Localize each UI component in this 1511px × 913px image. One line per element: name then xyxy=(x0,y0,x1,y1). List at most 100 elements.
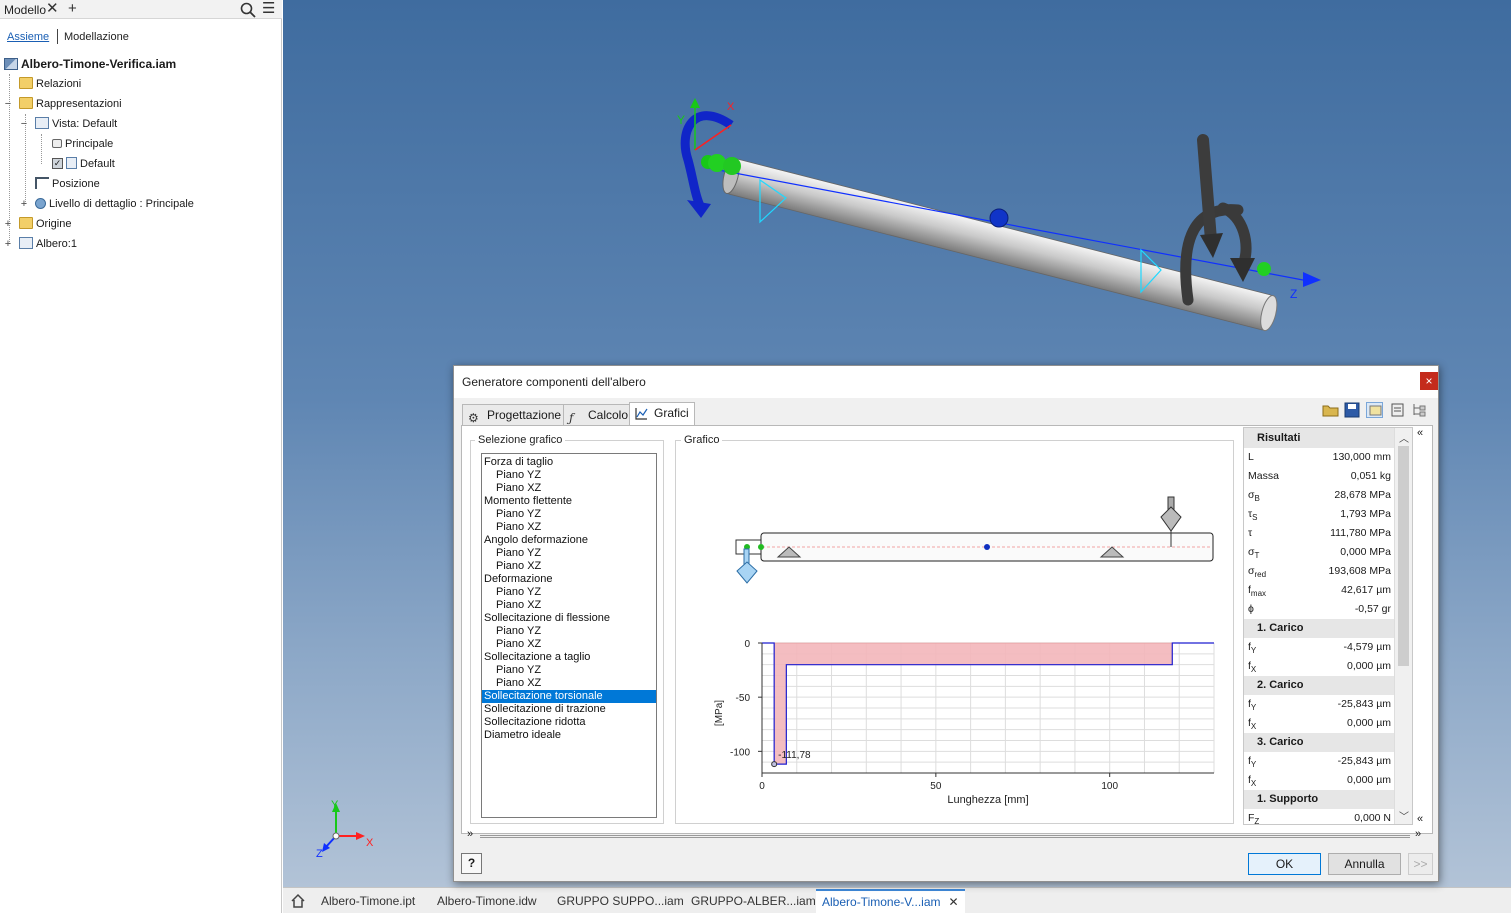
tree-view-icon[interactable] xyxy=(1411,402,1428,418)
checkbox-icon[interactable]: ✓ xyxy=(52,157,63,169)
dialog-expand-bar[interactable]: » » xyxy=(464,828,1429,844)
tree-item-vista[interactable]: Vista: Default xyxy=(35,114,117,134)
graph-list-item[interactable]: Piano YZ xyxy=(482,547,656,560)
tab-calcolo[interactable]: ƒ Calcolo xyxy=(563,404,635,425)
graph-selection-list[interactable]: Forza di taglio Piano YZ Piano XZ Momento f… xyxy=(481,453,657,818)
ok-button[interactable]: OK xyxy=(1248,853,1321,875)
graph-list-item[interactable]: Piano XZ xyxy=(482,599,656,612)
graph-list-item[interactable]: Sollecitazione a taglio xyxy=(482,651,656,664)
tree-item-relazioni[interactable]: Relazioni xyxy=(19,74,81,94)
result-value: 0,000 N xyxy=(1354,812,1391,824)
graph-list-item[interactable]: Piano XZ xyxy=(482,521,656,534)
results-row: σB 28,678 MPa xyxy=(1244,486,1394,505)
chevron-down-icon[interactable]: » xyxy=(467,828,473,840)
doc-tab[interactable]: Albero-Timone.idw xyxy=(437,892,537,912)
graph-list-item[interactable]: Piano YZ xyxy=(482,625,656,638)
view-triad[interactable]: Y X Z xyxy=(316,799,374,860)
scrollbar-thumb[interactable] xyxy=(1398,446,1409,666)
results-scrollbar[interactable]: ︿ ﹀ xyxy=(1394,428,1412,824)
result-label: τ xyxy=(1248,524,1252,543)
tree-item-assembly[interactable]: Albero-Timone-Verifica.iam xyxy=(4,54,176,74)
graph-list-item[interactable]: Diametro ideale xyxy=(482,729,656,742)
collapse-icon[interactable]: − xyxy=(3,94,13,114)
doc-tab[interactable]: GRUPPO SUPPO...iam xyxy=(557,892,684,912)
tree-item-livello-dettaglio[interactable]: Livello di dettaglio : Principale xyxy=(35,194,194,214)
graph-list-item[interactable]: Piano YZ xyxy=(482,508,656,521)
close-icon[interactable]: ✕ xyxy=(949,895,959,909)
graph-list-item[interactable]: Piano XZ xyxy=(482,482,656,495)
tree-item-principale[interactable]: Principale xyxy=(52,134,113,154)
save-icon[interactable] xyxy=(1344,402,1361,418)
help-button[interactable]: ? xyxy=(461,853,482,874)
close-icon[interactable]: ✕ xyxy=(46,0,59,18)
shaft-body[interactable] xyxy=(720,157,1280,332)
expand-icon[interactable]: + xyxy=(3,234,13,254)
load-point-ball[interactable] xyxy=(708,154,726,172)
tree-item-albero[interactable]: Albero:1 xyxy=(19,234,77,254)
tree-item-label: Default xyxy=(80,158,115,170)
graph-list-item[interactable]: Piano XZ xyxy=(482,638,656,651)
settings-icon[interactable] xyxy=(1366,402,1383,418)
y-axis-label: Y xyxy=(677,113,685,127)
scroll-up-icon[interactable]: ︿ xyxy=(1398,430,1410,445)
tree-item-default[interactable]: ✓ Default xyxy=(52,154,115,174)
z-arrow-icon xyxy=(1303,272,1321,287)
search-icon[interactable] xyxy=(240,0,256,21)
home-icon[interactable] xyxy=(290,890,308,910)
expand-icon[interactable]: + xyxy=(3,214,13,234)
add-icon[interactable]: + xyxy=(68,0,77,18)
shaft-preview xyxy=(735,496,1214,584)
graph-list-item[interactable]: Sollecitazione ridotta xyxy=(482,716,656,729)
tree-item-origine[interactable]: Origine xyxy=(19,214,71,234)
triad-x-label: X xyxy=(366,837,374,849)
graph-list-item[interactable]: Piano YZ xyxy=(482,664,656,677)
document-tabs: Albero-Timone.ipt Albero-Timone.idw GRUP… xyxy=(283,887,1511,913)
results-panel[interactable]: Risultati L 130,000 mm Massa 0,051 kg σB 28,6… xyxy=(1243,427,1413,825)
collapse-results-icon[interactable]: « xyxy=(1417,813,1423,825)
force-arrow-icon[interactable] xyxy=(1197,134,1217,246)
result-value: 42,617 µm xyxy=(1341,584,1391,596)
tab-assieme[interactable]: Assieme xyxy=(7,31,49,43)
graph-list-item[interactable]: Piano XZ xyxy=(482,677,656,690)
graph-list-item[interactable]: Angolo deformazione xyxy=(482,534,656,547)
graph-list-item[interactable]: Sollecitazione torsionale xyxy=(482,690,656,703)
graph-list-item[interactable]: Piano YZ xyxy=(482,586,656,599)
menu-icon[interactable]: ☰ xyxy=(262,0,275,18)
doc-tab[interactable]: Albero-Timone.ipt xyxy=(321,892,415,912)
graph-list-item[interactable]: Piano XZ xyxy=(482,560,656,573)
result-value: 0,000 µm xyxy=(1347,660,1391,672)
chevron-down-icon[interactable]: » xyxy=(1415,828,1421,840)
expand-icon[interactable]: + xyxy=(19,194,29,214)
x-tick-label: 0 xyxy=(759,781,765,792)
report-icon[interactable] xyxy=(1389,402,1406,418)
result-value: 28,678 MPa xyxy=(1334,489,1391,501)
open-folder-icon[interactable] xyxy=(1322,402,1339,418)
load-point-ball[interactable] xyxy=(989,208,1009,228)
load-point-ball[interactable] xyxy=(1257,262,1271,276)
tree-item-rappresentazioni[interactable]: Rappresentazioni xyxy=(19,94,122,114)
result-value: 0,051 kg xyxy=(1350,470,1391,482)
triad-y-label: Y xyxy=(331,799,339,811)
collapse-results-icon[interactable]: « xyxy=(1417,427,1423,439)
more-button[interactable]: >> xyxy=(1408,853,1433,875)
graph-list-item[interactable]: Momento flettente xyxy=(482,495,656,508)
tab-grafici[interactable]: Grafici xyxy=(629,402,695,426)
scroll-down-icon[interactable]: ﹀ xyxy=(1398,808,1410,823)
doc-tab-active[interactable]: Albero-Timone-V...iam ✕ xyxy=(816,889,965,913)
cancel-button[interactable]: Annulla xyxy=(1328,853,1401,875)
tab-progettazione[interactable]: ⚙ Progettazione xyxy=(462,404,568,425)
folder-icon xyxy=(19,77,33,90)
graph-list-item[interactable]: Piano YZ xyxy=(482,469,656,482)
collapse-icon[interactable]: − xyxy=(19,114,29,134)
tree-item-posizione[interactable]: Posizione xyxy=(35,174,100,194)
graph-list-item[interactable]: Sollecitazione di flessione xyxy=(482,612,656,625)
doc-tab[interactable]: GRUPPO-ALBER...iam xyxy=(691,892,816,912)
dialog-close-button[interactable]: × xyxy=(1420,372,1438,390)
graph-list-item[interactable]: Sollecitazione di trazione xyxy=(482,703,656,716)
graph-list-item[interactable]: Forza di taglio xyxy=(482,456,656,469)
load-point xyxy=(984,544,990,550)
graph-list-item[interactable]: Deformazione xyxy=(482,573,656,586)
load-point-ball[interactable] xyxy=(723,157,741,175)
tab-modellazione[interactable]: Modellazione xyxy=(64,31,129,43)
result-label: ϕ xyxy=(1248,600,1254,619)
